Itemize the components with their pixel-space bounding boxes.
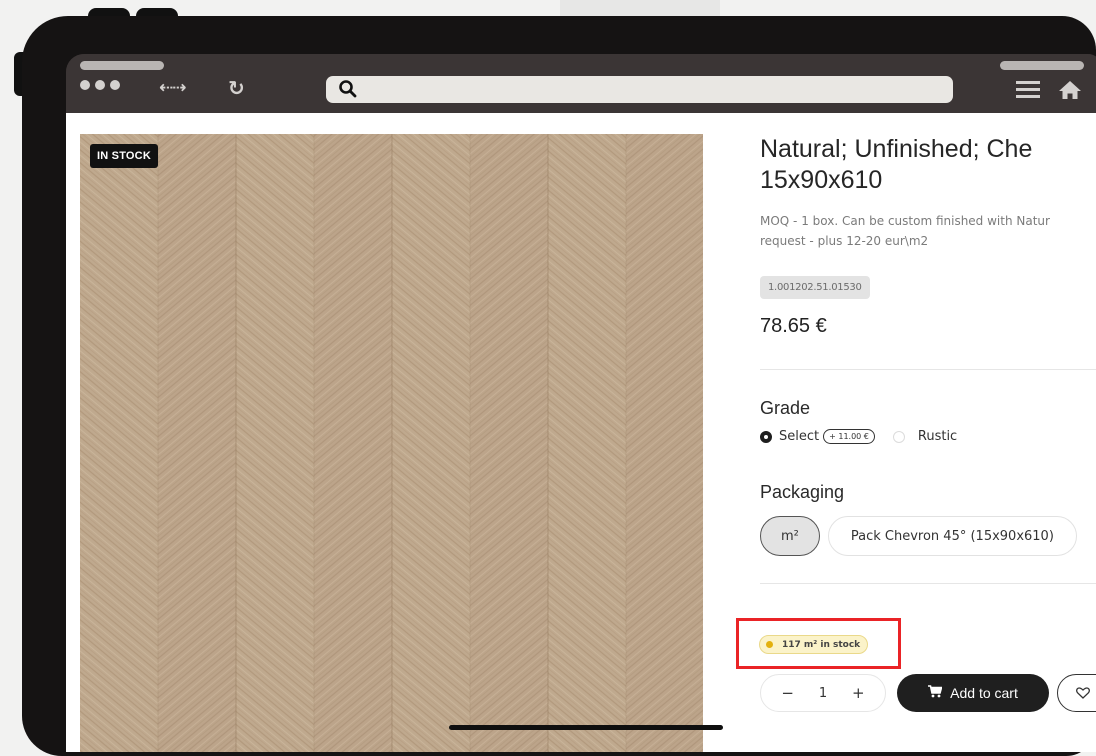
wishlist-button[interactable] — [1057, 674, 1096, 712]
quantity-stepper: − 1 + — [760, 674, 886, 712]
grade-options: Select + 11.00 € Rustic — [760, 429, 957, 444]
menu-icon[interactable] — [1016, 81, 1040, 102]
grade-label: Grade — [760, 398, 811, 418]
add-to-cart-button[interactable]: Add to cart — [897, 674, 1049, 712]
tab-pill[interactable] — [80, 61, 164, 70]
product-page: IN STOCK Natural; Unfinished; Che 15x90x… — [66, 113, 1096, 752]
add-to-cart-label: Add to cart — [950, 685, 1018, 701]
product-title: Natural; Unfinished; Che 15x90x610 — [760, 134, 1096, 196]
product-title-line: 15x90x610 — [760, 166, 883, 194]
divider — [760, 369, 1096, 370]
address-bar[interactable] — [326, 76, 953, 103]
decrement-button[interactable]: − — [781, 684, 794, 702]
grade-option-label[interactable]: Select — [779, 429, 819, 444]
product-image[interactable]: IN STOCK — [80, 134, 703, 752]
description-line: MOQ - 1 box. Can be custom finished with… — [760, 214, 1050, 228]
product-description: MOQ - 1 box. Can be custom finished with… — [760, 211, 1096, 251]
back-forward-icon[interactable]: ⇠⇢ — [159, 78, 186, 98]
tablet-screen: ⇠⇢ ↻ IN STOCK Natural; Unfinished; Che 1… — [66, 54, 1096, 752]
product-price: 78.65 € — [760, 315, 827, 337]
packaging-options: m² Pack Chevron 45° (15x90x610) — [760, 516, 1077, 556]
in-stock-badge: IN STOCK — [90, 144, 158, 168]
home-indicator[interactable] — [449, 725, 723, 730]
packaging-option-pack[interactable]: Pack Chevron 45° (15x90x610) — [827, 516, 1077, 556]
tablet-frame: ⇠⇢ ↻ IN STOCK Natural; Unfinished; Che 1… — [22, 16, 1096, 756]
window-dots-icon[interactable] — [80, 80, 120, 90]
divider — [760, 583, 1096, 584]
increment-button[interactable]: + — [852, 684, 865, 702]
home-icon[interactable] — [1058, 80, 1082, 104]
grade-option-label[interactable]: Rustic — [918, 429, 957, 444]
product-title-line: Natural; Unfinished; Che — [760, 135, 1033, 163]
grade-radio-rustic[interactable] — [892, 430, 905, 443]
grade-radio-select[interactable] — [760, 430, 772, 443]
surcharge-badge: + 11.00 € — [823, 429, 875, 444]
tab-pill[interactable] — [1000, 61, 1084, 70]
product-info: Natural; Unfinished; Che 15x90x610 MOQ -… — [736, 113, 1096, 752]
description-line: request - plus 12-20 eur\m2 — [760, 234, 929, 248]
packaging-option-m2[interactable]: m² — [760, 516, 820, 556]
highlight-box — [736, 618, 901, 669]
reload-icon[interactable]: ↻ — [228, 76, 245, 100]
cart-icon — [928, 685, 943, 701]
heart-icon — [1076, 684, 1090, 703]
packaging-label: Packaging — [760, 482, 845, 502]
chevron-parquet-image — [80, 134, 703, 752]
search-icon — [338, 79, 358, 103]
sku-tag: 1.001202.51.01530 — [760, 276, 870, 299]
browser-chrome: ⇠⇢ ↻ — [66, 54, 1096, 113]
quantity-value[interactable]: 1 — [819, 686, 827, 701]
